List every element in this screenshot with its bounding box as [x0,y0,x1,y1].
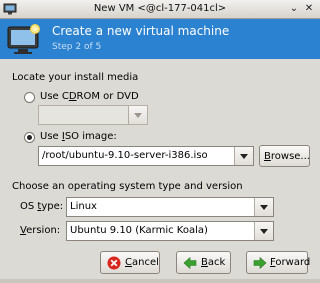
cancel-button[interactable]: Cancel [100,251,160,274]
cancel-icon [107,256,121,270]
iso-label[interactable]: Use ISO image: [40,131,117,142]
close-icon[interactable]: ✕ [303,3,315,15]
forward-button[interactable]: Forward [246,251,310,274]
window-title: New VM <@cl-177-041cl> [93,3,227,14]
chevron-down-icon[interactable] [234,147,253,165]
os-version-combo[interactable]: Ubuntu 9.10 (Karmic Koala) [66,221,274,241]
window-titlebar: New VM <@cl-177-041cl> ⌄ ✕ [0,0,320,19]
cdrom-label[interactable]: Use CDROM or DVD [40,91,139,102]
new-vm-icon [7,24,40,54]
os-type-label: OS type: [20,201,64,212]
install-media-heading: Locate your install media [12,72,139,83]
chevron-down-icon [254,198,273,216]
iso-path-combo[interactable]: /root/ubuntu-9.10-server-i386.iso [38,146,254,166]
cdrom-device-combo[interactable] [38,105,148,125]
back-button[interactable]: Back [176,251,231,274]
os-version-label: Version: [20,225,61,236]
wizard-banner: Create a new virtual machine Step 2 of 5 [0,19,320,59]
arrow-right-icon [253,256,267,270]
cdrom-radio[interactable] [24,92,35,103]
os-type-combo[interactable]: Linux [66,197,274,217]
window-bottom-edge [0,279,320,283]
wizard-title: Create a new virtual machine [52,24,230,38]
browse-button[interactable]: Browse... [259,145,310,167]
os-version-value: Ubuntu 9.10 (Karmic Koala) [70,225,208,236]
arrow-left-icon [183,256,197,270]
wizard-step: Step 2 of 5 [52,42,102,52]
iso-radio[interactable] [24,132,35,143]
os-heading: Choose an operating system type and vers… [12,181,243,192]
chevron-down-icon [254,222,273,240]
minimize-icon[interactable]: ⌄ [288,3,300,15]
chevron-down-icon [128,106,147,124]
os-type-value: Linux [70,201,97,212]
iso-path-value[interactable]: /root/ubuntu-9.10-server-i386.iso [42,150,208,161]
